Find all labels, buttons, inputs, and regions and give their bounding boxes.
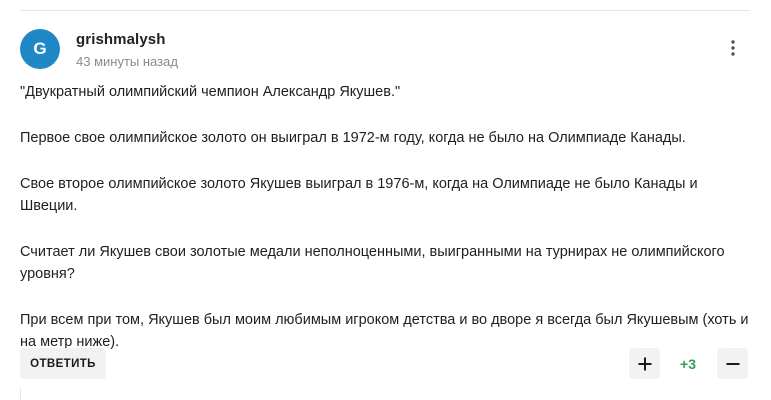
more-options-button[interactable] [723,38,743,58]
minus-icon [726,362,739,365]
reply-button[interactable]: ОТВЕТИТЬ [20,348,106,379]
comment-body: "Двукратный олимпийский чемпион Александ… [20,81,750,377]
comment-paragraph: "Двукратный олимпийский чемпион Александ… [20,84,401,100]
comment-paragraph: При всем при том, Якушев был моим любимы… [20,312,749,350]
username[interactable]: grishmalysh [76,31,165,48]
thread-line [20,388,21,400]
plus-icon [638,357,651,370]
downvote-button[interactable] [717,348,748,379]
avatar[interactable]: G [20,29,60,69]
comment-paragraph: Первое свое олимпийское золото он выигра… [20,130,686,146]
top-divider [20,10,750,11]
comment-paragraph: Считает ли Якушев свои золотые медали не… [20,244,725,282]
comment-paragraph: Свое второе олимпийское золото Якушев вы… [20,176,698,214]
timestamp: 43 минуты назад [76,54,178,69]
vote-score: +3 [680,356,696,372]
upvote-button[interactable] [629,348,660,379]
more-vertical-icon [731,40,735,56]
